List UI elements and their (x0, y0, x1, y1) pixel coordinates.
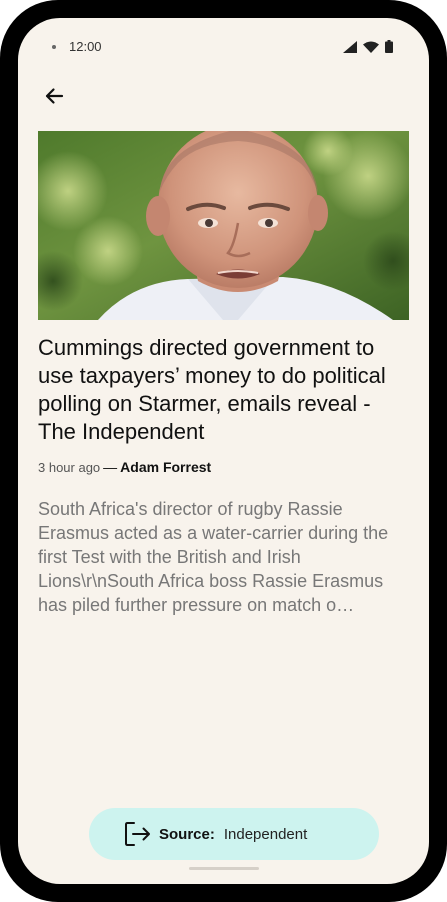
article-summary: South Africa's director of rugby Rassie … (38, 499, 389, 615)
article-image (38, 131, 409, 320)
source-button[interactable]: Source: Independent (89, 808, 379, 860)
battery-icon (385, 40, 393, 53)
arrow-back-icon (45, 88, 64, 104)
signal-icon (343, 40, 357, 53)
status-bar: 12:00 (18, 18, 429, 76)
open-external-icon (125, 822, 150, 846)
article-meta: 3 hour ago — Adam Forrest (38, 459, 211, 475)
status-icons (343, 40, 393, 53)
phone-frame: 12:00 Cummings directed government to us… (0, 0, 447, 902)
source-label: Source: (159, 825, 215, 843)
published-time: 3 hour ago (38, 460, 101, 475)
notification-dot (52, 45, 56, 49)
back-button[interactable] (36, 78, 72, 114)
wifi-icon (363, 41, 379, 53)
article-headline: Cummings directed government to use taxp… (38, 335, 386, 444)
screen: 12:00 Cummings directed government to us… (18, 18, 429, 884)
article-photo (38, 131, 409, 320)
home-indicator[interactable] (189, 867, 259, 870)
article-author: Adam Forrest (120, 459, 212, 475)
source-name: Independent (223, 825, 308, 843)
meta-separator: — (103, 459, 118, 475)
status-time: 12:00 (69, 39, 102, 54)
